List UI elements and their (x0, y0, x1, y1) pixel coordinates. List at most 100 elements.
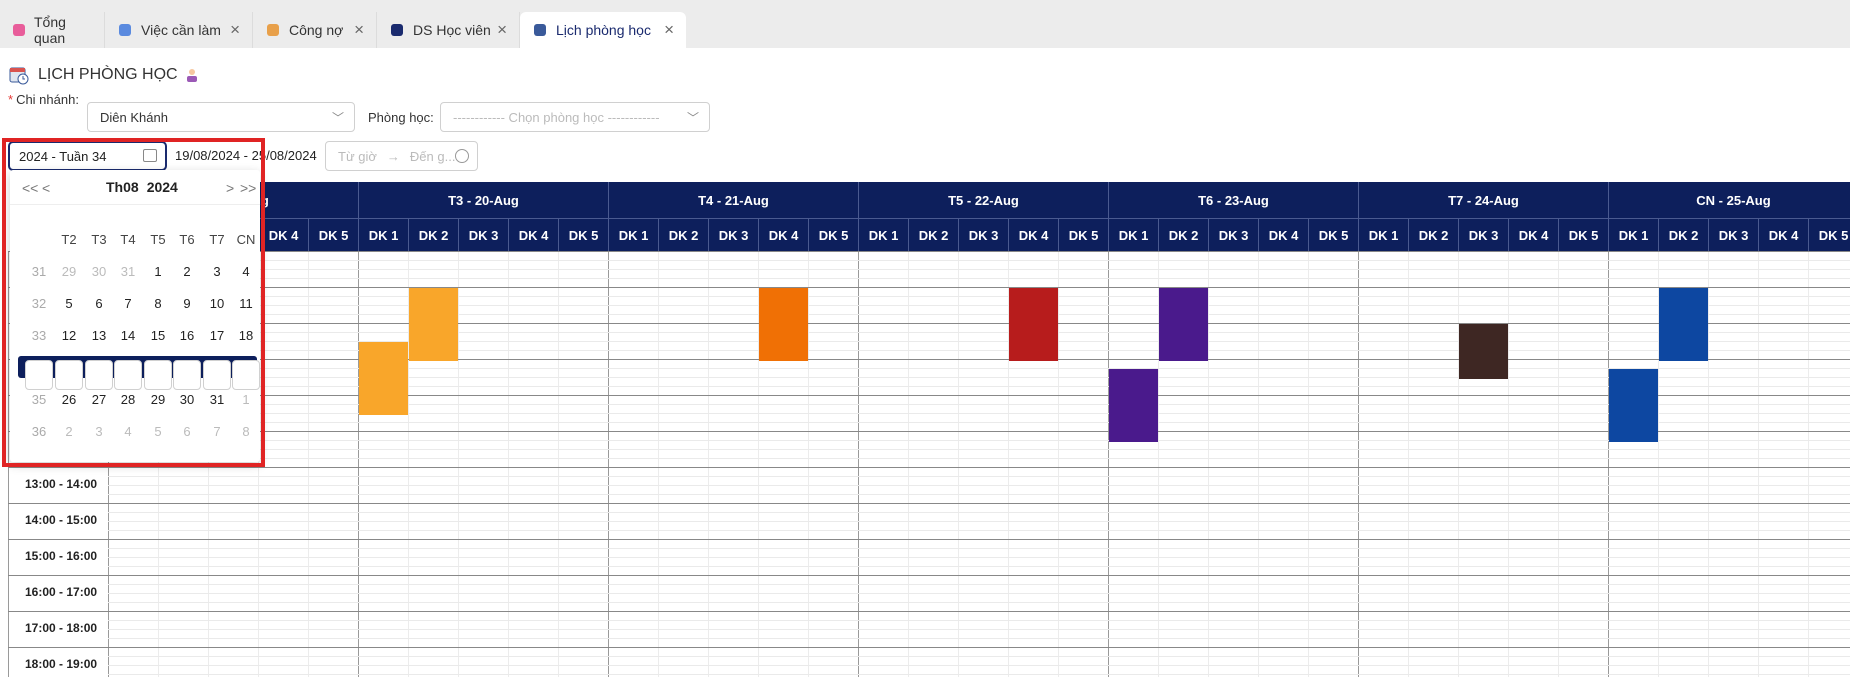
room-header: DK 1 (358, 218, 408, 251)
room-header: DK 2 (658, 218, 708, 251)
highlight-box (2, 138, 265, 467)
clock-icon (455, 149, 469, 163)
room-header: DK 1 (1108, 218, 1158, 251)
time-range-input[interactable]: Từ giờ → Đến g... (325, 141, 478, 171)
graduation-cap-icon (389, 22, 405, 38)
booking-block[interactable] (359, 342, 408, 415)
dashboard-icon (12, 22, 26, 38)
subdivision-line (108, 332, 1850, 333)
room-header: DK 1 (1358, 218, 1408, 251)
room-header: DK 2 (1658, 218, 1708, 251)
subdivision-line (108, 665, 1850, 666)
tab-3[interactable]: Công nợ × (253, 12, 377, 48)
day-header: T5 - 22-Aug (858, 182, 1108, 218)
tab-2[interactable]: Việc cần làm × (105, 12, 253, 48)
room-header: DK 3 (458, 218, 508, 251)
time-slot-label: 14:00 - 15:00 (25, 513, 98, 527)
room-header: DK 1 (858, 218, 908, 251)
hour-line (8, 467, 1850, 468)
time-slot-label: 13:00 - 14:00 (25, 477, 98, 491)
room-header: DK 2 (408, 218, 458, 251)
room-select-placeholder: ------------ Chọn phòng học ------------ (453, 109, 660, 125)
day-header: T6 - 23-Aug (1108, 182, 1358, 218)
subdivision-line (108, 512, 1850, 513)
day-header: T7 - 24-Aug (1358, 182, 1608, 218)
schedule-grid: T2 - 19-AugDK 1DK 2DK 3DK 4DK 5T3 - 20-A… (0, 182, 1850, 677)
tab-label: Tổng quan (34, 14, 66, 46)
close-icon[interactable]: × (664, 21, 674, 39)
page-title: LỊCH PHÒNG HỌC (38, 66, 178, 83)
subdivision-line (108, 620, 1850, 621)
room-select[interactable]: ------------ Chọn phòng học ------------… (440, 102, 710, 132)
room-header: DK 5 (558, 218, 608, 251)
hour-line (8, 431, 1850, 432)
subdivision-line (108, 557, 1850, 558)
day-header: T3 - 20-Aug (358, 182, 608, 218)
tab-label: DS Học viên (413, 22, 491, 38)
booking-block[interactable] (1609, 369, 1658, 442)
room-header: DK 2 (1158, 218, 1208, 251)
teacher-icon (186, 69, 197, 82)
subdivision-line (108, 638, 1850, 639)
booking-block[interactable] (1109, 369, 1158, 442)
booking-block[interactable] (759, 288, 808, 361)
close-icon[interactable]: × (354, 21, 364, 39)
room-label: Phòng học: (368, 110, 434, 125)
subdivision-line (108, 422, 1850, 423)
subdivision-line (108, 260, 1850, 261)
time-from-placeholder: Từ giờ (338, 148, 377, 164)
subdivision-line (108, 278, 1850, 279)
day-header: CN - 25-Aug (1608, 182, 1850, 218)
room-header: DK 2 (908, 218, 958, 251)
subdivision-line (108, 566, 1850, 567)
booking-block[interactable] (1009, 288, 1058, 361)
chevron-down-icon: ﹀ (686, 111, 699, 125)
subdivision-line (108, 494, 1850, 495)
subdivision-line (108, 530, 1850, 531)
subdivision-line (108, 314, 1850, 315)
booking-block[interactable] (409, 288, 458, 361)
room-header: DK 3 (958, 218, 1008, 251)
room-header: DK 4 (258, 218, 308, 251)
tab-5[interactable]: Lịch phòng học × (520, 12, 686, 48)
room-header: DK 4 (758, 218, 808, 251)
page-title-row: LỊCH PHÒNG HỌC (8, 64, 200, 86)
close-icon[interactable]: × (230, 21, 240, 39)
tab-4[interactable]: DS Học viên × (377, 12, 520, 48)
room-header: DK 4 (1008, 218, 1058, 251)
subdivision-line (108, 521, 1850, 522)
hour-line (8, 287, 1850, 288)
booking-block[interactable] (1159, 288, 1208, 361)
subdivision-line (108, 674, 1850, 675)
subdivision-line (108, 629, 1850, 630)
branch-select[interactable]: Diên Khánh ﹀ (87, 102, 355, 132)
branch-select-value: Diên Khánh (100, 109, 168, 125)
time-slot-label: 17:00 - 18:00 (25, 621, 98, 635)
booking-block[interactable] (1459, 324, 1508, 379)
hour-line (8, 395, 1850, 396)
room-header: DK 5 (1308, 218, 1358, 251)
subdivision-line (108, 296, 1850, 297)
hour-line (8, 251, 1850, 252)
close-icon[interactable]: × (497, 21, 507, 39)
hour-line (8, 539, 1850, 540)
room-header: DK 3 (1458, 218, 1508, 251)
subdivision-line (108, 548, 1850, 549)
room-header: DK 4 (1258, 218, 1308, 251)
room-header: DK 5 (308, 218, 358, 251)
tab-bar: Tổng quan Việc cần làm × Công nợ × DS Học viê… (0, 0, 1850, 48)
room-header: DK 4 (508, 218, 558, 251)
hour-line (8, 323, 1850, 324)
room-header: DK 5 (1808, 218, 1850, 251)
calendar-clock-icon (9, 67, 29, 85)
tab-label: Công nợ (289, 22, 344, 38)
booking-block[interactable] (1659, 288, 1708, 361)
day-header: T4 - 21-Aug (608, 182, 858, 218)
hour-line (8, 647, 1850, 648)
subdivision-line (108, 602, 1850, 603)
subdivision-line (108, 269, 1850, 270)
tab-1[interactable]: Tổng quan (0, 12, 105, 48)
brush-icon (117, 22, 133, 38)
time-to-placeholder: Đến g... (409, 148, 456, 164)
subdivision-line (108, 656, 1850, 657)
